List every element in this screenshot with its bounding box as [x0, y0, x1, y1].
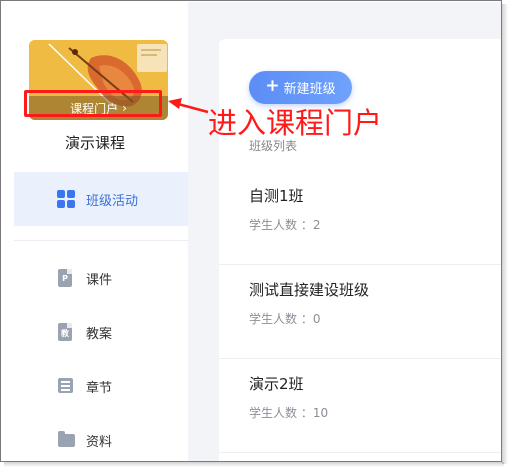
arrow-left-icon: [168, 98, 209, 114]
sidebar-item-label: 班级活动: [86, 193, 139, 209]
class-name: 演示2班: [249, 375, 304, 393]
sidebar: 课程门户 › 演示课程 班级活动 P 课件 教 教案 章节 资料: [2, 2, 188, 461]
class-list-item[interactable]: 测试直接建设班级 学生人数 ：0: [219, 265, 501, 359]
sidebar-item-courseware[interactable]: P 课件: [14, 258, 188, 298]
class-list-item[interactable]: 自测1班 学生人数 ：2: [219, 171, 501, 265]
class-name: 测试直接建设班级: [249, 281, 370, 299]
folder-icon: [58, 431, 75, 450]
list-icon: [58, 378, 74, 396]
sidebar-item-label: 章节: [86, 380, 113, 396]
sidebar-item-label: 教案: [86, 326, 113, 342]
class-student-count: 学生人数 ：2: [249, 218, 321, 232]
sidebar-item-label: 资料: [86, 434, 113, 450]
sidebar-item-lesson-plan[interactable]: 教 教案: [14, 312, 188, 352]
grid-icon: [57, 190, 75, 208]
app-window: 课程门户 › 演示课程 班级活动 P 课件 教 教案 章节 资料 + 新建班级 …: [0, 0, 502, 462]
file-p-icon: P: [58, 269, 74, 287]
window-shadow: [4, 462, 504, 467]
file-jiao-icon: 教: [58, 323, 74, 341]
row-divider: [219, 452, 501, 453]
sidebar-item-chapters[interactable]: 章节: [14, 366, 188, 406]
class-student-count: 学生人数 ：10: [249, 406, 329, 420]
sidebar-item-class-activity[interactable]: 班级活动: [14, 172, 188, 226]
course-title: 演示课程: [64, 134, 125, 152]
new-class-label: 新建班级: [283, 82, 336, 97]
sidebar-item-materials[interactable]: 资料: [14, 420, 188, 460]
sidebar-item-label: 课件: [86, 272, 113, 288]
annotation-text: 进入课程门户: [208, 106, 383, 140]
class-student-count: 学生人数 ：0: [249, 312, 321, 326]
highlight-box: [24, 90, 162, 117]
sidebar-divider: [14, 240, 188, 241]
class-name: 自测1班: [249, 187, 304, 205]
plus-icon: +: [265, 76, 280, 96]
window-shadow: [502, 4, 508, 464]
class-list-item[interactable]: 演示2班 学生人数 ：10: [219, 359, 501, 453]
